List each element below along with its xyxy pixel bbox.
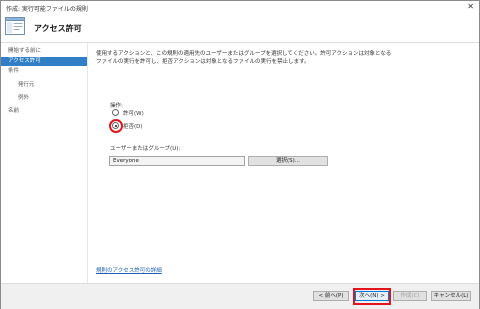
- page-header: アクセス許可: [1, 13, 479, 43]
- deny-label[interactable]: 拒否(D): [123, 122, 143, 130]
- deny-highlight-ring: [109, 119, 123, 133]
- wizard-steps: 開始する前に アクセス許可 条件 発行元 例外 名前: [1, 43, 88, 308]
- step-label: 例外: [18, 95, 30, 101]
- allow-label[interactable]: 許可(W): [123, 109, 144, 117]
- close-icon[interactable]: ✕: [467, 3, 474, 11]
- create-button[interactable]: 作成(C): [393, 291, 427, 301]
- step-label: 発行元: [18, 82, 35, 88]
- back-button[interactable]: < 前へ(P): [313, 291, 349, 301]
- wizard-window-icon: [5, 17, 25, 35]
- step-permissions[interactable]: アクセス許可: [1, 57, 87, 66]
- step-conditions[interactable]: 条件: [1, 67, 87, 76]
- step-label: アクセス許可: [8, 58, 41, 64]
- step-name[interactable]: 名前: [1, 107, 87, 116]
- cancel-button[interactable]: キャンセル(L): [431, 291, 471, 301]
- group-label: ユーザーまたはグループ(U):: [110, 146, 181, 152]
- next-highlight-box: [353, 288, 391, 305]
- action-label: 操作:: [110, 103, 123, 109]
- description-text: 使用するアクションと、この規則の適用先のユーザーまたはグループを選択してください…: [96, 51, 392, 65]
- page-title: アクセス許可: [34, 24, 82, 33]
- step-exceptions[interactable]: 例外: [1, 94, 87, 103]
- step-label: 条件: [8, 68, 20, 74]
- step-publisher[interactable]: 発行元: [1, 81, 87, 90]
- step-before-you-begin[interactable]: 開始する前に: [1, 47, 87, 56]
- wizard-window: 作成: 実行可能ファイルの規則 ✕ アクセス許可 開始する前に アクセス許可 条…: [0, 0, 480, 309]
- step-label: 名前: [8, 108, 20, 114]
- main-content: 使用するアクションと、この規則の適用先のユーザーまたはグループを選択してください…: [88, 43, 478, 283]
- allow-radio[interactable]: [112, 109, 119, 116]
- user-group-field[interactable]: Everyone: [109, 156, 245, 166]
- title-bar: 作成: 実行可能ファイルの規則 ✕: [1, 1, 479, 13]
- select-button[interactable]: 選択(S)...: [248, 156, 328, 166]
- permissions-help-link[interactable]: 規則のアクセス許可の詳細: [96, 266, 162, 274]
- window-title: 作成: 実行可能ファイルの規則: [6, 6, 88, 13]
- step-label: 開始する前に: [8, 48, 42, 54]
